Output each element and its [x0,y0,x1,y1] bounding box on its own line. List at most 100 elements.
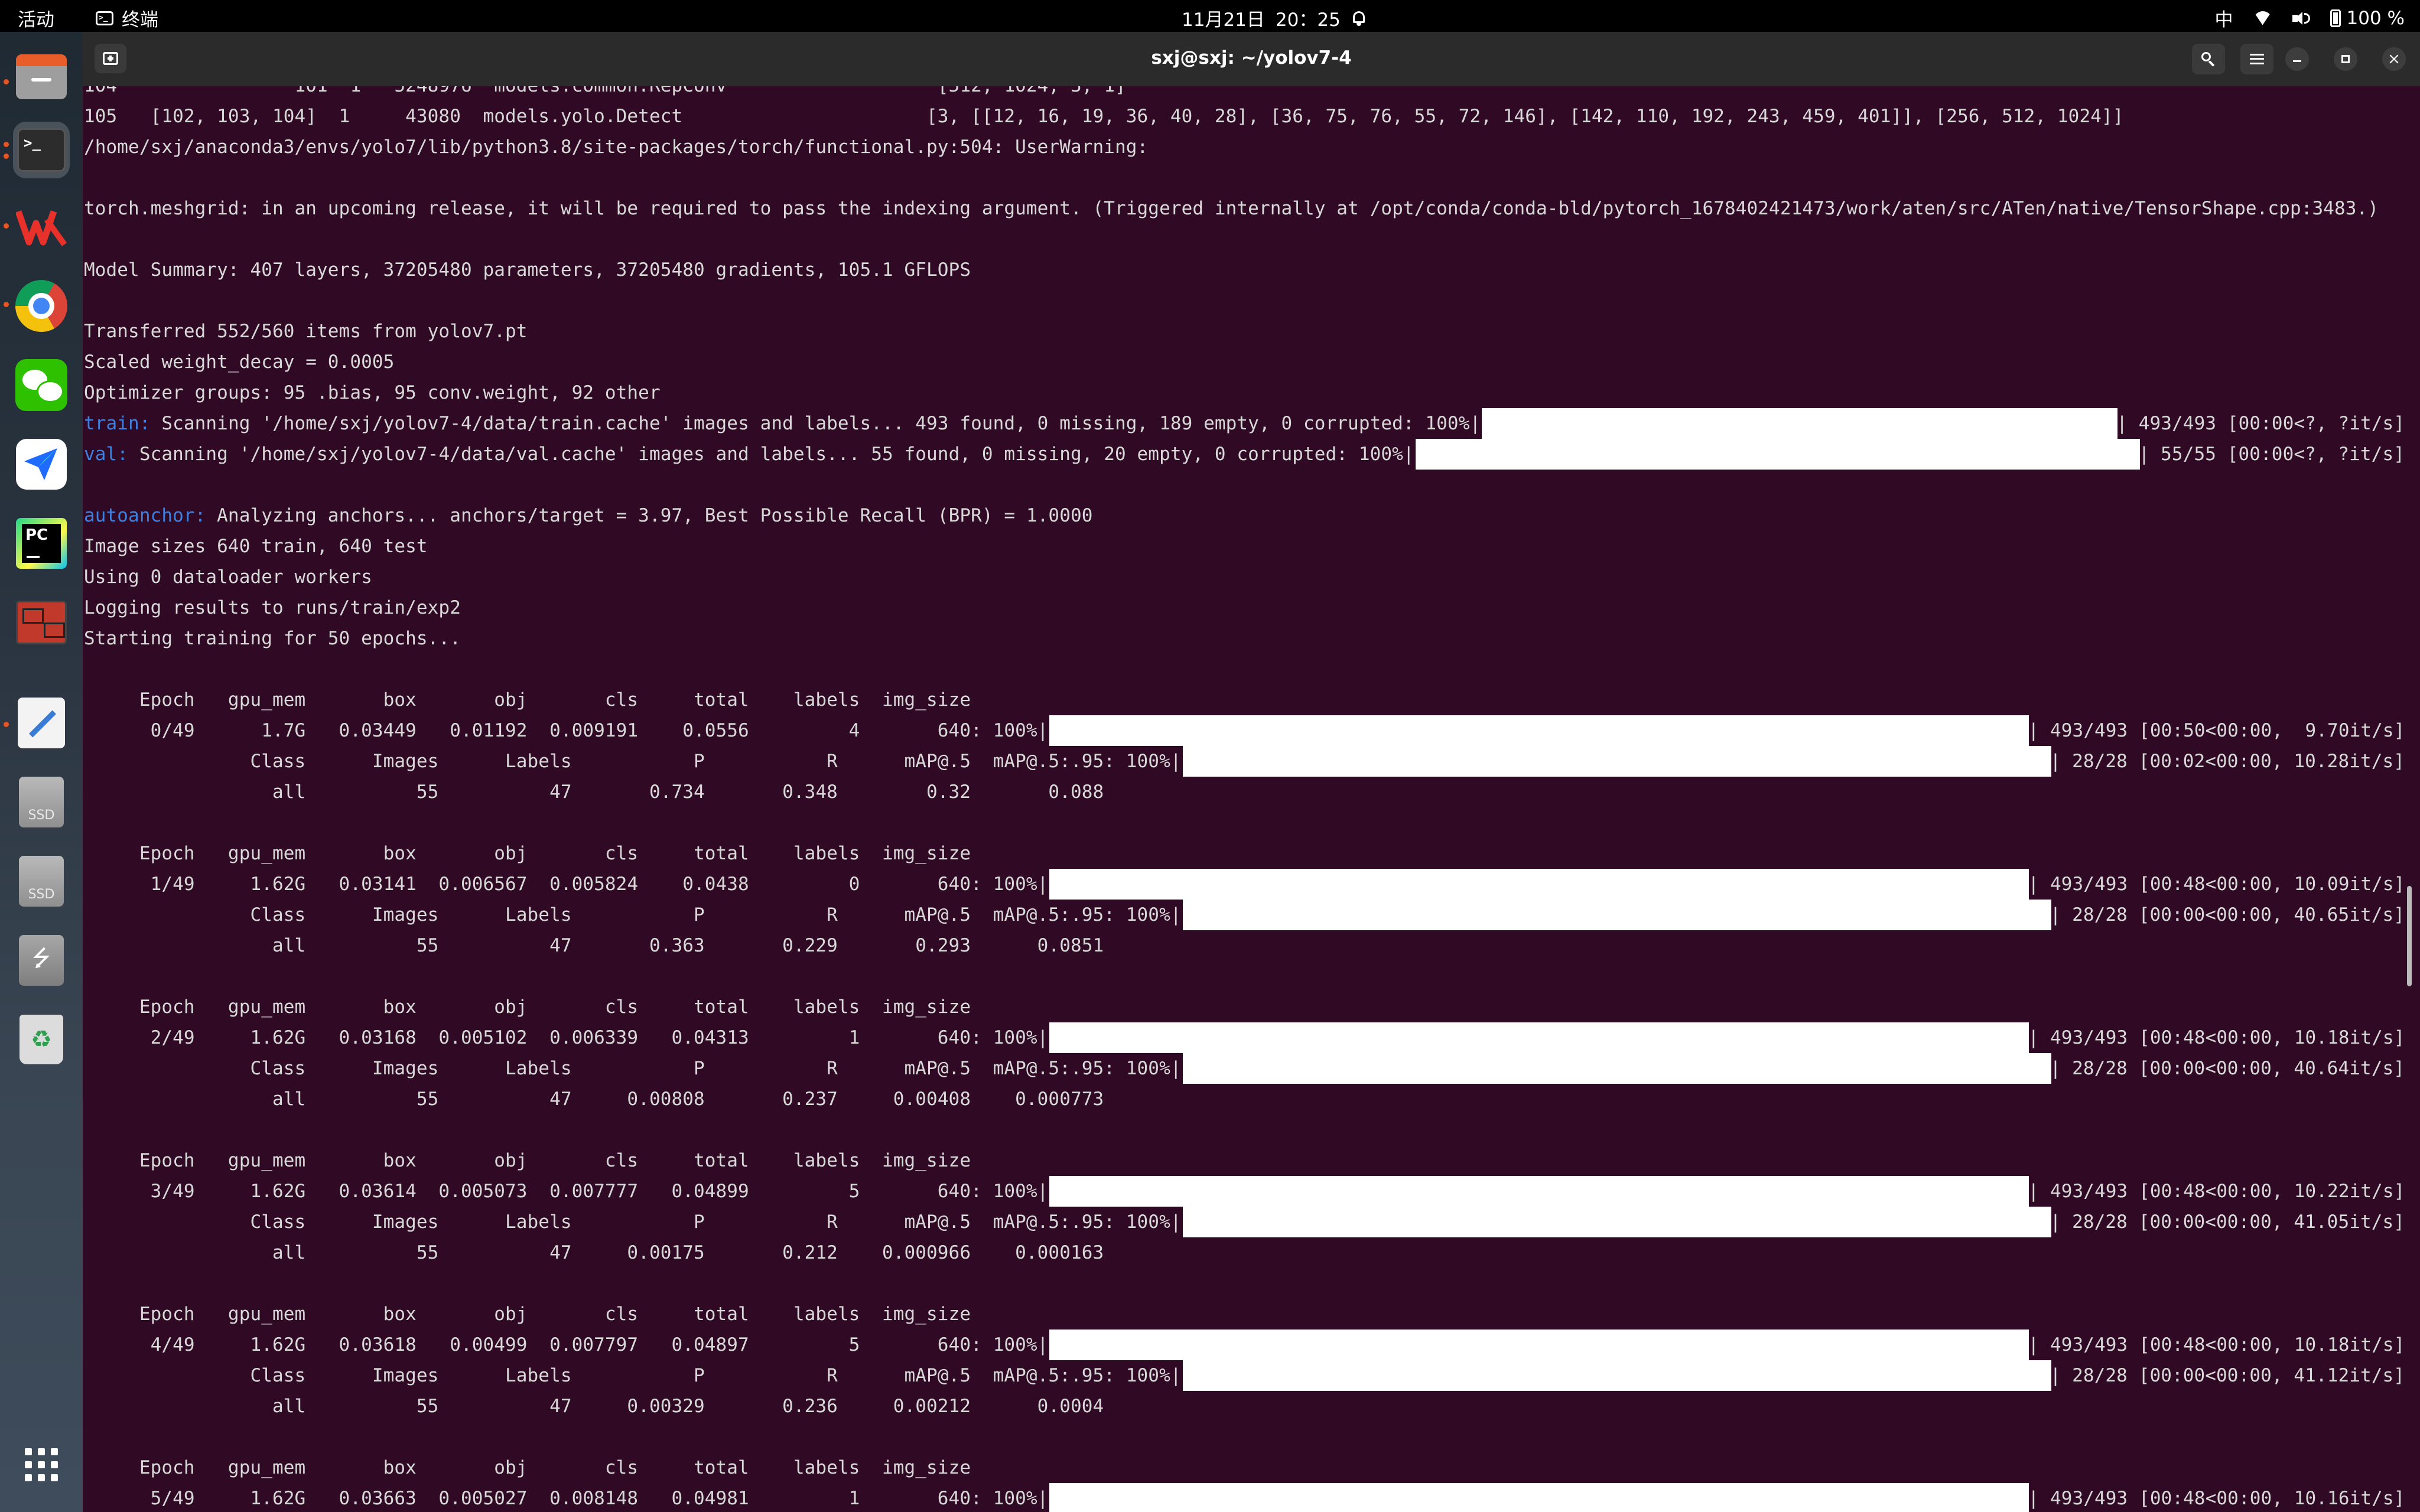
menu-button[interactable] [2240,44,2273,74]
ssd-drive-icon: SSD [19,856,64,907]
line-text: Starting training for 50 epochs... [84,628,461,649]
clock-date: 11月21日 [1182,9,1265,31]
terminal-line: Logging results to runs/train/exp2 [84,592,2420,623]
dock-pycharm[interactable]: PC [13,515,70,572]
terminal-line: Scaled weight_decay = 0.0005 [84,347,2420,377]
activities-button[interactable]: 活动 [18,5,54,31]
progress-stats: | 493/493 [00:48<00:00, 10.22it/s] [2028,1181,2405,1202]
usb-drive-icon: ⭍ [19,935,64,986]
dock-usb-drive[interactable]: ⭍ [13,932,70,989]
trash-icon: ♻ [19,1015,63,1064]
line-text: 5/49 1.62G 0.03663 0.005027 0.008148 0.0… [84,1488,1049,1509]
progress-bar-fill [1183,1360,2051,1391]
line-text: all 55 47 0.00329 0.236 0.00212 0.0004 [84,1396,1104,1417]
minimize-button[interactable] [2285,47,2309,71]
running-indicator [4,154,9,159]
line-text: Class Images Labels P R mAP@.5 mAP@.5:.9… [84,904,1182,926]
close-button[interactable]: × [2382,47,2406,71]
dock-feishu[interactable] [13,436,70,493]
dock-ssd-drive-1[interactable]: SSD [13,774,70,830]
line-text: all 55 47 0.00808 0.237 0.00408 0.000773 [84,1089,1104,1110]
progress-stats: | 493/493 [00:48<00:00, 10.18it/s] [2028,1334,2405,1355]
wifi-icon [2253,11,2272,25]
app-grid-icon [25,1448,58,1481]
dock-chrome[interactable] [13,278,70,334]
dock-text-editor[interactable] [13,695,70,751]
battery-indicator[interactable]: 100 % [2330,8,2405,29]
progress-stats: | 493/493 [00:50<00:00, 9.70it/s] [2028,720,2405,741]
wechat-icon [15,359,67,411]
dock-files[interactable] [13,48,70,105]
line-text: 1/49 1.62G 0.03141 0.006567 0.005824 0.0… [84,874,1049,895]
system-tray[interactable]: 中 100 % [2215,5,2405,31]
dock: >_ PC SSD SSD ⭍ ♻ [0,32,83,1512]
files-icon [16,54,67,99]
running-indicator [4,302,9,307]
line-text: Epoch gpu_mem box obj cls total labels i… [84,996,971,1018]
terminal-line: Epoch gpu_mem box obj cls total labels i… [84,838,2420,869]
line-text: 3/49 1.62G 0.03614 0.005073 0.007777 0.0… [84,1181,1049,1202]
log-prefix: autoanchor: [84,505,206,526]
log-prefix: val: [84,444,129,465]
log-prefix: train: [84,413,151,434]
terminal-icon: >_ [17,128,66,172]
progress-bar-fill [1416,439,2140,470]
line-text: Epoch gpu_mem box obj cls total labels i… [84,1150,971,1171]
dock-ssd-drive-2[interactable]: SSD [13,853,70,910]
running-indicator [4,722,9,727]
line-text: Class Images Labels P R mAP@.5 mAP@.5:.9… [84,751,1182,772]
line-text: Class Images Labels P R mAP@.5 mAP@.5:.9… [84,1365,1182,1386]
progress-stats: | 28/28 [00:02<00:00, 10.28it/s] [2050,751,2405,772]
dock-wechat[interactable] [13,357,70,413]
app-menu[interactable]: >_ 终端 [96,5,158,31]
terminal-scrollbar[interactable] [2407,886,2412,986]
progress-bar-fill [1183,1207,2051,1237]
line-text: Scanning '/home/sxj/yolov7-4/data/train.… [150,413,1481,434]
line-text: Class Images Labels P R mAP@.5 mAP@.5:.9… [84,1058,1182,1079]
terminal-output[interactable]: 104 101 1 5248976 models.common.RepConv … [83,86,2420,1512]
progress-stats: | 28/28 [00:00<00:00, 41.12it/s] [2050,1365,2405,1386]
terminal-line: Epoch gpu_mem box obj cls total labels i… [84,1452,2420,1483]
maximize-button[interactable] [2334,47,2357,71]
progress-bar-fill [1482,408,2118,439]
maximize-icon [2341,55,2350,63]
progress-stats: | 55/55 [00:00<?, ?it/s] [2138,444,2405,465]
battery-percentage: 100 % [2346,7,2405,29]
terminal-line: Epoch gpu_mem box obj cls total labels i… [84,992,2420,1022]
dock-remote-desktop[interactable] [13,594,70,651]
line-text: all 55 47 0.363 0.229 0.293 0.0851 [84,935,1104,956]
line-text: Optimizer groups: 95 .bias, 95 conv.weig… [84,382,661,403]
terminal-line: all 55 47 0.363 0.229 0.293 0.0851 [84,930,2420,961]
progress-stats: | 28/28 [00:00<00:00, 41.05it/s] [2050,1211,2405,1233]
clock[interactable]: 11月21日 20：25 [1182,5,1367,31]
progress-bar-fill [1049,1329,2029,1360]
progress-stats: | 28/28 [00:00<00:00, 40.65it/s] [2050,904,2405,926]
terminal-lines: 104 101 1 5248976 models.common.RepConv … [83,86,2420,1512]
hamburger-menu-icon [2250,54,2264,64]
input-method-indicator[interactable]: 中 [2215,5,2233,31]
running-indicator [4,223,9,229]
progress-bar-fill [1049,715,2029,746]
app-name: 终端 [122,9,158,31]
progress-bar-fill [1183,1053,2051,1084]
terminal-line: Optimizer groups: 95 .bias, 95 conv.weig… [84,377,2420,408]
line-text: Epoch gpu_mem box obj cls total labels i… [84,689,971,711]
show-apps-button[interactable] [13,1436,70,1493]
line-text: Analyzing anchors... anchors/target = 3.… [206,505,1093,526]
dock-terminal[interactable]: >_ [13,122,70,178]
progress-bar-fill [1049,1022,2029,1053]
line-text: all 55 47 0.00175 0.212 0.000966 0.00016… [84,1242,1104,1263]
progress-stats: | 493/493 [00:48<00:00, 10.16it/s] [2028,1488,2405,1509]
dock-wps[interactable] [13,198,70,255]
line-text: 2/49 1.62G 0.03168 0.005102 0.006339 0.0… [84,1027,1049,1048]
search-button[interactable] [2192,44,2225,74]
dock-trash[interactable]: ♻ [13,1011,70,1068]
